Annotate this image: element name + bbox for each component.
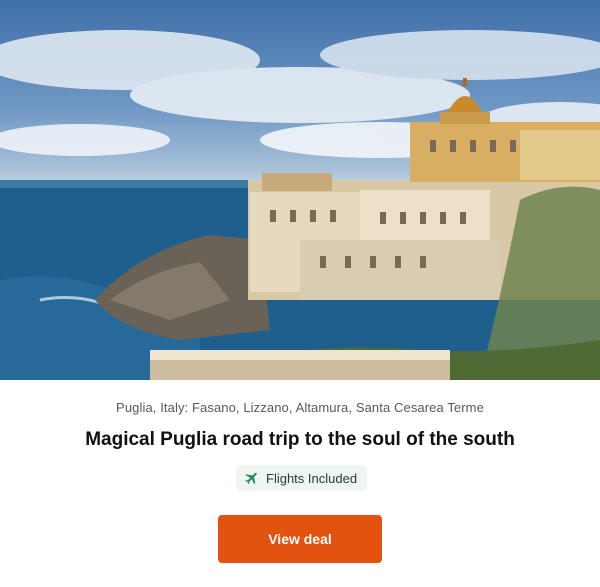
badge-label: Flights Included [266, 470, 358, 486]
hero-illustration [0, 30, 600, 380]
deal-title[interactable]: Magical Puglia road trip to the soul of … [0, 429, 600, 451]
view-deal-button[interactable]: View deal [218, 515, 382, 563]
flights-included-badge: Flights Included [236, 465, 368, 491]
deal-location: Puglia, Italy: Fasano, Lizzano, Altamura… [116, 400, 484, 415]
hero-image[interactable] [0, 0, 600, 380]
airplane-icon [244, 470, 260, 486]
deal-details: Puglia, Italy: Fasano, Lizzano, Altamura… [0, 380, 600, 587]
deal-card[interactable]: Puglia, Italy: Fasano, Lizzano, Altamura… [0, 0, 600, 587]
